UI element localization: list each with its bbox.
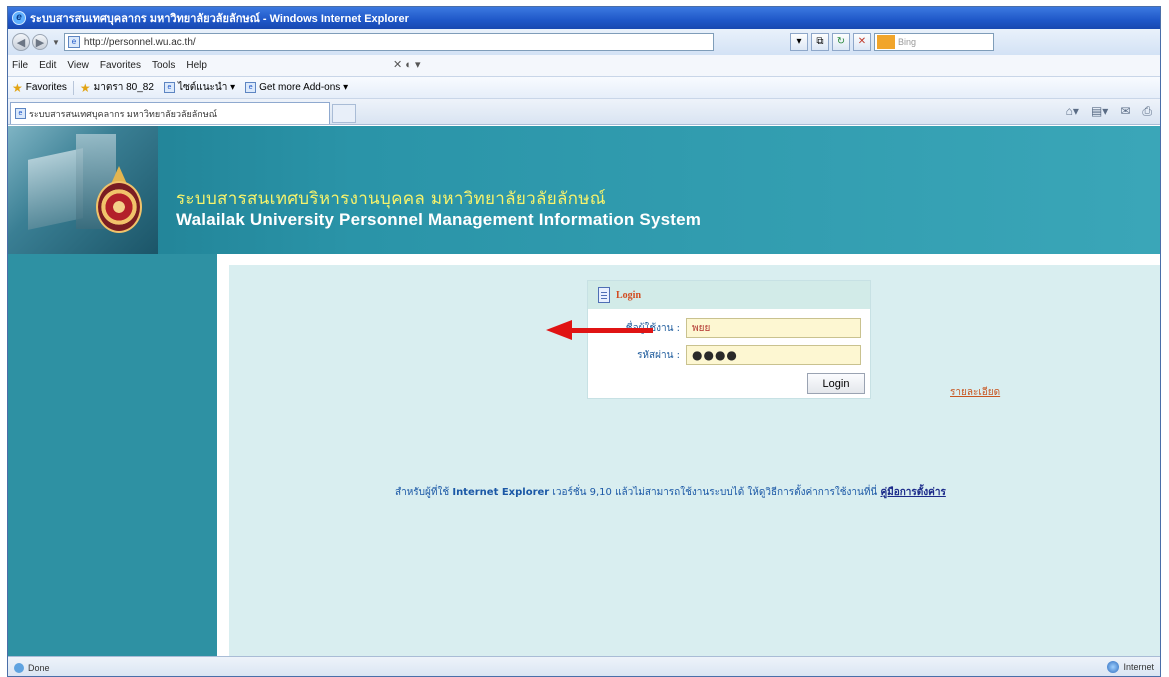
page-content: ระบบสารสนเทศบริหารงานบุคคล มหาวิทยาลัยวล… <box>8 126 1160 656</box>
banner-title-thai: ระบบสารสนเทศบริหารงานบุคคล มหาวิทยาลัยวล… <box>176 189 606 209</box>
title-bar: e ระบบสารสนเทศบุคลากร มหาวิทยาลัยวลัยลัก… <box>8 7 1160 29</box>
password-field[interactable]: ●●●● <box>686 345 861 365</box>
search-input[interactable]: Bing <box>874 33 994 51</box>
url-dropdown-icon[interactable]: ▾ <box>790 33 808 51</box>
favorite-item-2[interactable]: e ไซต์แนะนำ ▾ <box>163 80 236 95</box>
banner-building <box>28 148 83 230</box>
status-text: Done <box>28 662 50 673</box>
password-label: รหัสผ่าน : <box>637 349 680 361</box>
menu-view[interactable]: View <box>67 60 89 71</box>
favorites-button[interactable]: Favorites <box>26 82 67 93</box>
favorite-item-label: มาตรา 80_82 <box>93 82 154 93</box>
tab-title: ระบบสารสนเทศบุคลากร มหาวิทยาลัยวลัยลักษณ… <box>29 108 218 119</box>
url-text: http://personnel.wu.ac.th/ <box>83 36 196 48</box>
login-button[interactable]: Login <box>807 373 865 394</box>
home-icon[interactable]: ⌂▾ <box>1066 104 1079 119</box>
ie-icon: e <box>12 11 26 25</box>
annotation-arrow-head <box>546 320 572 340</box>
login-header: Login <box>588 281 870 309</box>
status-page-icon <box>14 662 24 673</box>
password-value: ●●●● <box>692 348 738 362</box>
details-link[interactable]: รายละเอียด <box>950 385 1000 400</box>
tab-active[interactable]: e ระบบสารสนเทศบุคลากร มหาวิทยาลัยวลัยลัก… <box>10 102 330 124</box>
url-input[interactable]: e http://personnel.wu.ac.th/ <box>63 33 714 51</box>
left-sidebar <box>8 254 217 656</box>
menu-file[interactable]: File <box>12 60 28 71</box>
notice-middle: เวอร์ชั่น 9,10 แล้วไม่สามารถใช้งานระบบได… <box>549 487 881 498</box>
username-value: พยย <box>692 322 711 334</box>
notice-browser-name: Internet Explorer <box>452 487 550 498</box>
separator <box>72 80 74 95</box>
zone-text: Internet <box>1123 662 1154 672</box>
main-area: Login ชื่อผู้ใช้งาน : พยย รหัสผ่าน : ●●●… <box>229 265 1160 656</box>
tab-page-icon: e <box>15 108 26 119</box>
menu-bar: File Edit View Favorites Tools Help ✕ ◐ … <box>8 55 1160 77</box>
page-icon: e <box>163 82 175 93</box>
site-banner: ระบบสารสนเทศบริหารงานบุคคล มหาวิทยาลัยวล… <box>8 126 1160 254</box>
new-tab-button[interactable] <box>332 104 356 123</box>
menu-tools[interactable]: Tools <box>152 60 175 71</box>
annotation-arrow-shaft <box>569 328 653 333</box>
favorite-item-1[interactable]: ★ มาตรา 80_82 <box>80 80 154 95</box>
back-button[interactable]: ◀ <box>12 33 30 51</box>
feeds-icon[interactable]: ▤▾ <box>1091 104 1108 119</box>
login-box: Login ชื่อผู้ใช้งาน : พยย รหัสผ่าน : ●●●… <box>587 280 871 399</box>
university-seal-logo <box>96 181 142 233</box>
settings-manual-link[interactable]: คู่มือการตั้งค่าร <box>880 487 945 498</box>
search-placeholder: Bing <box>898 37 917 47</box>
command-bar: ⌂▾ ▤▾ ✉ ⎙ <box>1066 104 1152 119</box>
status-bar: Done Internet <box>8 656 1160 676</box>
window-title: ระบบสารสนเทศบุคลากร มหาวิทยาลัยวลัยลักษณ… <box>30 13 409 25</box>
page-icon: e <box>67 36 80 48</box>
address-bar: ◀ ▶ ▼ e http://personnel.wu.ac.th/ ▾ ⧉ ↻… <box>8 29 1160 55</box>
history-dropdown-icon[interactable]: ▼ <box>52 38 60 47</box>
notice-prefix: สำหรับผู้ที่ใช้ <box>395 487 453 498</box>
tab-bar: e ระบบสารสนเทศบุคลากร มหาวิทยาลัยวลัยลัก… <box>8 99 1160 125</box>
menu-favorites[interactable]: Favorites <box>100 60 141 71</box>
print-icon[interactable]: ⎙ <box>1142 104 1152 119</box>
browser-window: e ระบบสารสนเทศบุคลากร มหาวิทยาลัยวลัยลัก… <box>7 6 1161 677</box>
security-zone[interactable]: Internet <box>1107 661 1154 673</box>
main-panel: Login ชื่อผู้ใช้งาน : พยย รหัสผ่าน : ●●●… <box>217 254 1160 656</box>
favorites-star-icon: ★ <box>12 80 23 95</box>
favorites-bar: ★ Favorites ★ มาตรา 80_82 e ไซต์แนะนำ ▾ … <box>8 77 1160 99</box>
add-favorite-icon: ★ <box>79 80 91 95</box>
stop-icon[interactable]: ✕ <box>853 33 871 51</box>
username-field[interactable]: พยย <box>686 318 861 338</box>
globe-icon <box>1107 661 1120 673</box>
menu-edit[interactable]: Edit <box>39 60 56 71</box>
forward-button[interactable]: ▶ <box>32 34 48 50</box>
page-icon: e <box>245 82 257 93</box>
bing-icon <box>877 35 895 49</box>
read-mail-icon[interactable]: ✉ <box>1120 104 1130 119</box>
toolbar-extra-icons[interactable]: ✕ ◐ ▾ <box>393 58 421 71</box>
login-heading: Login <box>616 289 642 301</box>
menu-help[interactable]: Help <box>186 60 207 71</box>
document-icon <box>598 287 610 303</box>
url-tools: ▾ ⧉ ↻ ✕ <box>790 33 871 51</box>
ie-notice: สำหรับผู้ที่ใช้ Internet Explorer เวอร์ช… <box>395 485 946 500</box>
favorite-item-3[interactable]: e Get more Add-ons ▾ <box>245 82 348 93</box>
password-row: รหัสผ่าน : ●●●● <box>588 344 870 366</box>
compatibility-icon[interactable]: ⧉ <box>811 33 829 51</box>
favorite-item-label: Get more Add-ons ▾ <box>259 82 349 93</box>
banner-title-english: Walailak University Personnel Management… <box>176 210 702 229</box>
refresh-icon[interactable]: ↻ <box>832 33 850 51</box>
favorite-item-label: ไซต์แนะนำ ▾ <box>177 82 236 93</box>
